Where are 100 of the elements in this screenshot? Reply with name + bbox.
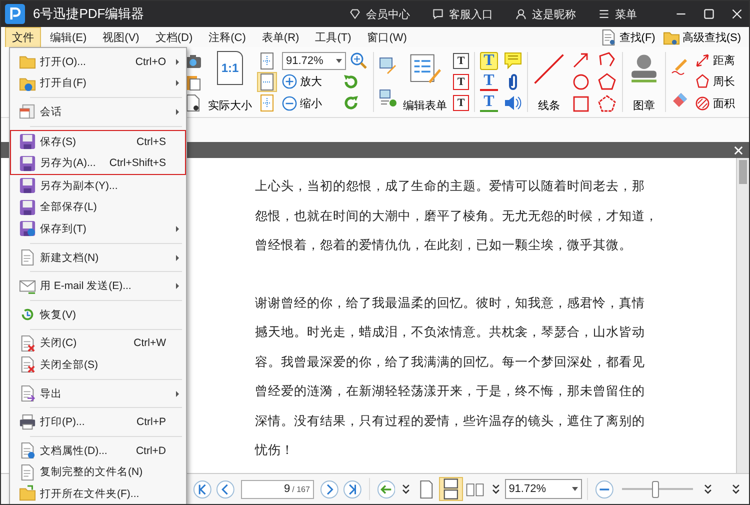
menu-bar-item[interactable]: 注释(C): [202, 26, 253, 48]
rotate-right-icon[interactable]: [342, 94, 360, 112]
zoom-combo[interactable]: 91.72%: [504, 479, 582, 499]
fit-width-icon[interactable]: [258, 72, 276, 91]
zoom-out-icon[interactable]: [595, 480, 614, 498]
search-button[interactable]: 查找(F): [596, 28, 660, 46]
file-menu-item[interactable]: 另存为(A)... Ctrl+Shift+S: [10, 152, 186, 175]
double-chevron-icon[interactable]: [401, 483, 412, 495]
zoom-combo[interactable]: 91.72%: [282, 52, 346, 70]
cloud-icon[interactable]: [598, 95, 616, 113]
file-menu-item[interactable]: 文档属性(D)... Ctrl+D: [10, 440, 186, 462]
file-menu-item[interactable]: 打开(O)... Ctrl+O: [10, 51, 186, 73]
next-page-icon[interactable]: [320, 480, 339, 498]
arrow-icon[interactable]: [572, 51, 590, 69]
zoom-slider-thumb[interactable]: [652, 480, 660, 498]
fit-page-icon[interactable]: [258, 52, 276, 70]
text-markup-tool[interactable]: T: [480, 94, 498, 112]
pencil-icon[interactable]: [671, 57, 689, 75]
document-text-line: 撼天地。时光走，蜡成泪，不负浓情意。共枕衾，琴瑟合，山水皆动: [255, 324, 645, 341]
continuous-page-icon[interactable]: [440, 478, 462, 500]
file-menu-item[interactable]: 复制完整的文件名(N): [10, 462, 186, 484]
actual-size-button[interactable]: 1:1 实际大小: [205, 51, 255, 113]
document-copy-icon: [19, 464, 36, 481]
file-menu-item[interactable]: 保存(S) Ctrl+S: [10, 130, 186, 152]
file-menu-item[interactable]: 打开自(F): [10, 72, 186, 94]
file-menu-item[interactable]: 打印(P)... Ctrl+P: [10, 411, 186, 433]
menu-bar-item[interactable]: 文件: [5, 26, 41, 48]
file-menu-item[interactable]: 导出: [10, 382, 186, 404]
first-page-icon[interactable]: [192, 480, 212, 498]
page-number-field[interactable]: 9 / 167: [240, 480, 314, 498]
document-text-line: 忧伤！: [255, 442, 294, 459]
pentagon-icon[interactable]: [598, 73, 616, 91]
square-icon[interactable]: [572, 95, 590, 113]
speaker-icon[interactable]: [504, 94, 522, 112]
calendar-icon: [19, 103, 36, 120]
chat-icon: [432, 8, 444, 20]
header-link[interactable]: 客服入口: [432, 6, 493, 22]
file-menu-item[interactable]: 恢复(V): [10, 304, 186, 326]
zoom-out-button[interactable]: 缩小: [282, 96, 338, 111]
document-text-line: 容。我曾最深爱的你，给了我满满的回忆。每一个梦回深处，都看见: [255, 354, 645, 370]
header-link[interactable]: 菜单: [598, 6, 637, 22]
polyline-icon[interactable]: [598, 51, 616, 69]
file-menu-item[interactable]: 用 E-mail 发送(E)...: [10, 275, 186, 297]
file-menu-item[interactable]: 打开所在文件夹(F)...: [10, 483, 186, 504]
circle-icon[interactable]: [572, 73, 590, 91]
text-field-tool[interactable]: T: [453, 95, 469, 112]
zoom-in-button[interactable]: 放大: [282, 74, 338, 90]
rotate-left-icon[interactable]: [342, 72, 360, 91]
last-page-icon[interactable]: [342, 480, 362, 498]
text-field-tool[interactable]: T: [453, 52, 469, 69]
menu-bar-item[interactable]: 文档(D): [148, 26, 200, 48]
text-field-tool[interactable]: T: [453, 74, 469, 90]
edit-form-button[interactable]: 编辑表单: [400, 51, 450, 113]
file-menu-item[interactable]: 新建文档(N): [10, 246, 186, 268]
add-image-icon[interactable]: [379, 89, 397, 107]
file-menu-item[interactable]: 另存为副本(Y)...: [10, 174, 186, 197]
text-markup-tool[interactable]: T: [480, 72, 498, 91]
double-chevron-icon[interactable]: [490, 483, 501, 495]
header-link[interactable]: 会员中心: [349, 6, 410, 22]
text-markup-tool[interactable]: T: [480, 52, 498, 70]
file-menu-item[interactable]: 关闭(C) Ctrl+W: [10, 332, 186, 354]
vertical-scrollbar[interactable]: [736, 158, 749, 473]
page-icon: 1:1: [217, 51, 243, 85]
close-tab-icon[interactable]: [734, 146, 743, 154]
document-close-icon: [19, 334, 36, 352]
diamond-icon: [349, 8, 361, 20]
document-search-icon[interactable]: [184, 94, 202, 112]
double-chevron-icon[interactable]: [731, 483, 742, 495]
menu-bar-item[interactable]: 表单(R): [254, 26, 306, 48]
export-icon: [19, 385, 36, 402]
header-link[interactable]: 这是昵称: [515, 6, 576, 22]
file-menu-item[interactable]: 保存到(T): [10, 218, 186, 240]
document-text-line: 上心头，当初的怨恨，成了生命的主题。爱情可以随着时间老去，那: [255, 178, 645, 195]
menu-bar-item[interactable]: 编辑(E): [43, 26, 94, 48]
file-menu-item[interactable]: 会话: [10, 101, 186, 123]
file-menu-item[interactable]: 关闭全部(S): [10, 354, 186, 376]
close-icon[interactable]: [731, 8, 743, 20]
maximize-icon[interactable]: [703, 8, 715, 20]
back-icon[interactable]: [376, 480, 396, 498]
document-info-icon: [19, 442, 36, 460]
stamp-button[interactable]: 图章: [625, 51, 663, 113]
search-button[interactable]: 高级查找(S): [659, 28, 745, 46]
image-edit-icon[interactable]: [379, 57, 397, 75]
distance-button[interactable]: 距离: [695, 53, 735, 68]
menu-bar-item[interactable]: 视图(V): [96, 26, 146, 48]
double-chevron-icon[interactable]: [703, 483, 714, 495]
file-menu-item[interactable]: 全部保存(L): [10, 196, 186, 218]
window-title: 6号迅捷PDF编辑器: [33, 5, 144, 23]
document-text-line: 曾经恨着，怨着的爱情仇仇，在此刻，已如一颗尘埃，微乎其微。: [255, 237, 632, 254]
note-icon[interactable]: [504, 52, 522, 70]
perimeter-button[interactable]: 周长: [695, 74, 735, 90]
fit-visible-icon[interactable]: [258, 94, 276, 112]
area-button[interactable]: 面积: [695, 96, 735, 111]
zoom-icon[interactable]: [350, 52, 368, 70]
previous-page-icon[interactable]: [216, 480, 235, 498]
document-text-line: 深情。没有结果，只有过程的爱情，些许温存的镜头，遮住了离别的: [255, 412, 645, 430]
line-button[interactable]: 线条: [530, 51, 568, 113]
menu-bar-item[interactable]: 窗口(W): [360, 26, 414, 48]
hatched-circle-icon: [695, 96, 710, 111]
menu-bar-item[interactable]: 工具(T): [308, 26, 358, 48]
